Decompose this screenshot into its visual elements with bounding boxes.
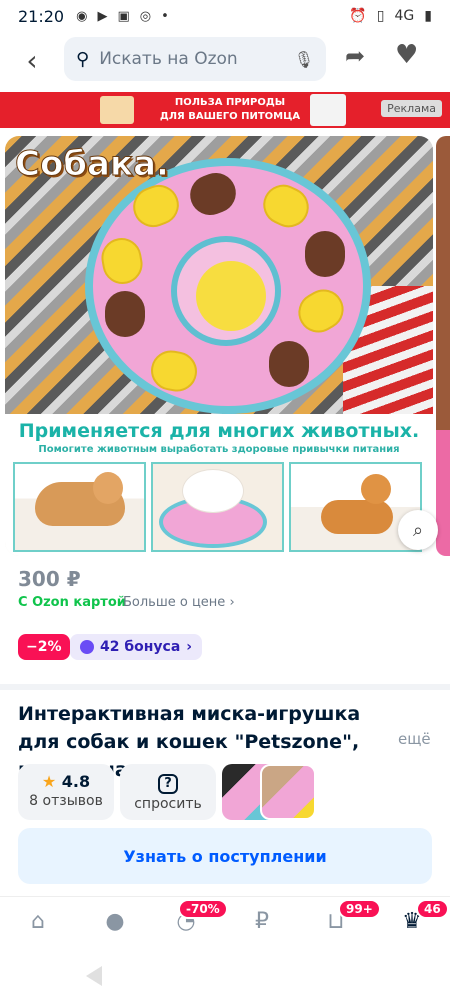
ask-question-pill[interactable]: ? спросить [120, 764, 216, 820]
gallery-headline: Применяется для многих животных. [18, 420, 420, 442]
kibble-slot [184, 167, 242, 221]
cart-badge: 99+ [338, 899, 381, 919]
paw-pad [98, 234, 146, 288]
dog-head [183, 470, 243, 512]
battery-icon: ▮ [424, 8, 432, 24]
discount-badge: −2% [18, 634, 70, 660]
dog-head [361, 474, 391, 504]
rating-pill[interactable]: ★ 4.8 8 отзывов [18, 764, 114, 820]
question-icon: ? [158, 774, 178, 794]
microphone-icon[interactable]: 🎙 [294, 50, 314, 69]
alarm-icon: ⏰ [349, 8, 367, 24]
status-bar: 21:20 ◉ ▶ ▣ ◎ • ⏰ ▯ 4G ▮ [0, 0, 450, 32]
question-icon-row: ? [120, 772, 216, 794]
profile-badge: 46 [416, 899, 449, 919]
bonus-icon [80, 640, 94, 654]
price-value: 300 ₽ [18, 567, 81, 591]
target-icon: ◎ [139, 8, 152, 24]
system-nav-bar [0, 952, 450, 1000]
mi-icon: ▣ [117, 8, 130, 24]
tab-finance[interactable]: ₽ [242, 909, 282, 939]
ad-tag: Реклама [381, 100, 442, 117]
status-right-icons: ⏰ ▯ 4G ▮ [349, 8, 432, 24]
ozon-card-label: С Ozon картой [18, 595, 126, 610]
share-icon[interactable]: ➦ [345, 42, 365, 70]
ad-banner-text: ПОЛЬЗА ПРИРОДЫ ДЛЯ ВАШЕГО ПИТОМЦА [152, 96, 308, 124]
sale-badge: -70% [178, 899, 228, 919]
back-button[interactable]: ‹ [8, 36, 56, 84]
gallery-thumb-white-dog [151, 462, 284, 552]
star-icon: ★ [41, 772, 57, 791]
top-bar: ‹ ⚲ Искать на Ozon 🎙 ➦ ♥ [0, 32, 450, 88]
puzzle-bowl-image [93, 166, 363, 406]
paw-pad [291, 282, 351, 340]
kibble-slot [269, 341, 309, 387]
visual-search-button[interactable]: ⌕ [398, 510, 438, 550]
ad-line-1: ПОЛЬЗА ПРИРОДЫ [174, 97, 286, 108]
tab-cart[interactable]: ⊔ 99+ [316, 899, 381, 939]
review-photo-thumb[interactable] [260, 764, 316, 820]
ad-banner[interactable]: ПОЛЬЗА ПРИРОДЫ ДЛЯ ВАШЕГО ПИТОМЦА Реклам… [0, 92, 450, 128]
ad-product-image-right [310, 94, 346, 126]
home-icon: ⌂ [31, 909, 45, 934]
chevron-left-icon: ‹ [26, 43, 38, 77]
bonus-label: 42 бонуса [100, 639, 181, 655]
rating-value: 4.8 [61, 772, 91, 791]
more-price-label: Больше о цене [123, 595, 226, 610]
reviews-count: 8 отзывов [29, 793, 103, 809]
system-back-icon[interactable] [86, 966, 102, 986]
youtube-icon: ▶ [97, 8, 108, 24]
apple-icon: ● [105, 909, 125, 934]
ad-line-2: ДЛЯ ВАШЕГО ПИТОМЦА [159, 111, 301, 122]
signal-4g-icon: 4G [394, 8, 415, 24]
camera-search-icon: ⌕ [412, 519, 424, 541]
tab-sale[interactable]: ◔ -70% [166, 899, 228, 939]
status-time: 21:20 [18, 6, 65, 26]
paw-pad [147, 347, 201, 395]
bottom-tab-bar: ⌂ ● ◔ -70% ₽ ⊔ 99+ ♛ 46 [0, 896, 450, 952]
puzzle-bowl-center [196, 261, 266, 331]
next-gallery-image-peek[interactable] [436, 136, 450, 556]
dot-icon: • [161, 8, 169, 24]
gallery-thumb-golden-retriever [13, 462, 146, 552]
dog-body [321, 500, 393, 534]
tab-profile[interactable]: ♛ 46 [392, 899, 449, 939]
search-input[interactable]: Искать на Ozon [99, 49, 294, 69]
rating-row: ★ 4.8 [18, 772, 114, 791]
gallery-subline: Помогите животным выработать здоровые пр… [38, 444, 400, 455]
tab-fresh[interactable]: ● [95, 909, 135, 939]
ruble-icon: ₽ [255, 909, 269, 934]
product-gallery[interactable]: Собака. Применяется для многих животных.… [5, 136, 433, 556]
status-left-icons: ◉ ▶ ▣ ◎ • [76, 9, 169, 24]
chevron-right-icon: › [186, 639, 193, 655]
more-price-link[interactable]: Больше о цене › [123, 595, 235, 610]
chat-icon: ◉ [76, 8, 88, 24]
dog-head [93, 472, 123, 504]
kibble-slot [105, 291, 145, 337]
bonus-badge[interactable]: 42 бонуса › [70, 634, 203, 660]
title-more-link[interactable]: ещё [398, 730, 431, 748]
vibrate-icon: ▯ [376, 8, 385, 24]
chevron-right-icon: › [229, 595, 235, 610]
kibble-slot [305, 231, 345, 277]
ad-product-image-left [100, 96, 134, 124]
gallery-overlay-title: Собака. [15, 144, 170, 185]
favorite-icon[interactable]: ♥ [395, 40, 418, 70]
search-icon: ⚲ [76, 48, 90, 70]
search-bar[interactable]: ⚲ Искать на Ozon 🎙 [64, 37, 326, 81]
tab-home[interactable]: ⌂ [18, 909, 58, 939]
notify-availability-button[interactable]: Узнать о поступлении [18, 828, 432, 884]
ask-label: спросить [134, 796, 202, 812]
